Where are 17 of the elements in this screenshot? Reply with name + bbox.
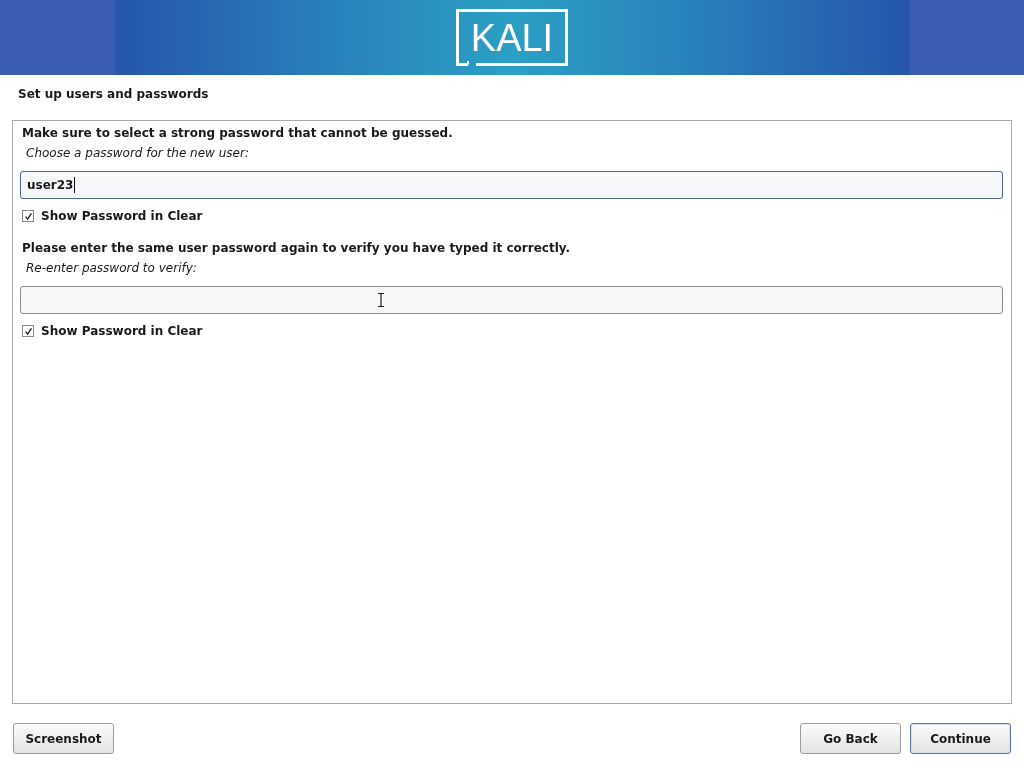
- logo: KALI: [456, 9, 568, 66]
- instruction-text: Make sure to select a strong password that cannot be guessed.: [22, 126, 454, 140]
- password-field[interactable]: [20, 286, 1003, 314]
- checkbox-label[interactable]: Show Password in Clear: [41, 324, 203, 338]
- instruction-text: Please enter the same user password again to verify you have typed it correctly.: [22, 241, 572, 255]
- text-cursor-icon: [377, 293, 385, 307]
- checkbox-label[interactable]: Show Password in Clear: [41, 209, 203, 223]
- back-button[interactable]: Go Back: [800, 723, 901, 754]
- continue-button[interactable]: Continue: [910, 723, 1011, 754]
- text-caret-icon: [74, 177, 76, 193]
- checkbox[interactable]: [22, 210, 34, 222]
- password-field[interactable]: user23: [20, 171, 1003, 199]
- checkbox[interactable]: [22, 325, 34, 337]
- page-title: Set up users and passwords: [18, 87, 210, 101]
- screenshot-button[interactable]: Screenshot: [13, 723, 114, 754]
- field-prompt: Re-enter password to verify:: [26, 261, 198, 275]
- field-prompt: Choose a password for the new user:: [26, 146, 250, 160]
